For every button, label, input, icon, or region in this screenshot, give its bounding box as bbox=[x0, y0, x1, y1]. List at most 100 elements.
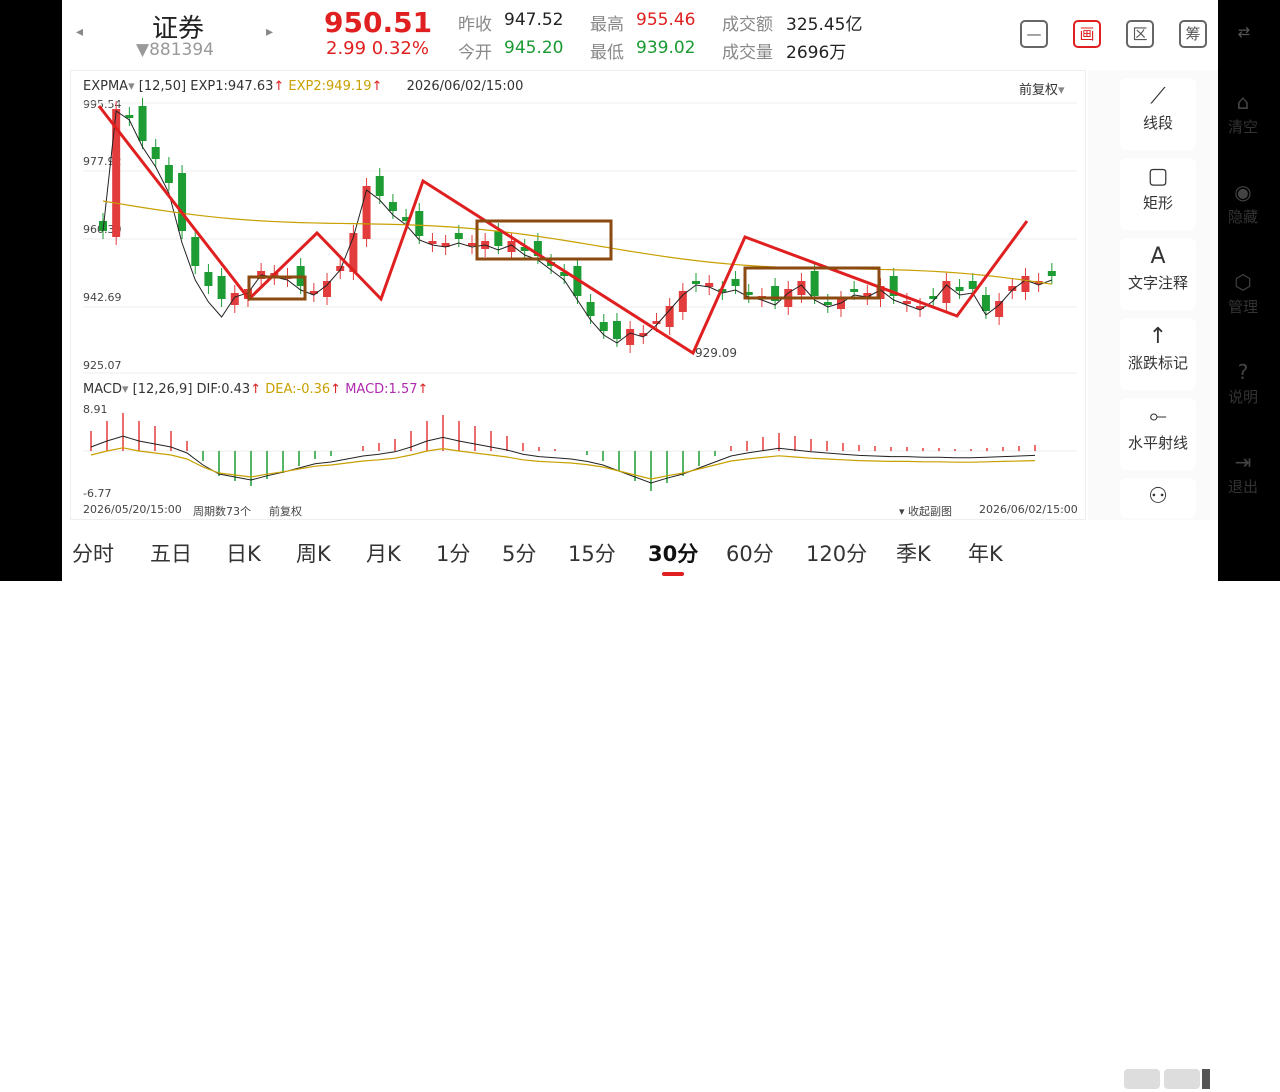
open-value: 945.20 bbox=[504, 38, 564, 58]
macd-dropdown-icon[interactable]: ▾ bbox=[122, 382, 129, 397]
side-help[interactable]: ? 说明 bbox=[1218, 360, 1268, 407]
text-note-icon: A bbox=[1150, 244, 1166, 269]
tab-intraday[interactable]: 分时 bbox=[72, 538, 114, 568]
tab-30min[interactable]: 30分 bbox=[648, 538, 698, 568]
rectangle-icon: ▢ bbox=[1147, 164, 1169, 189]
left-black-border bbox=[0, 0, 62, 581]
candle-body bbox=[955, 287, 964, 291]
candle-body bbox=[388, 202, 397, 211]
phone-rotate-icon[interactable]: ⇄ bbox=[1230, 20, 1258, 48]
next-stock-icon[interactable]: ▸ bbox=[266, 24, 273, 40]
tool-rise-fall[interactable]: ↑ 涨跌标记 bbox=[1120, 318, 1196, 390]
candle-body bbox=[151, 147, 160, 159]
amount-label: 成交额 bbox=[722, 15, 773, 35]
tool-segment[interactable]: ⟋ 线段 bbox=[1120, 78, 1196, 150]
tool-text-note[interactable]: A 文字注释 bbox=[1120, 238, 1196, 310]
price-change: 2.99 0.32% bbox=[326, 38, 429, 59]
tool-more[interactable]: ⚇ bbox=[1120, 478, 1196, 518]
tab-120min[interactable]: 120分 bbox=[806, 538, 867, 568]
macd-end-time: 2026/06/02/15:00 bbox=[979, 503, 1078, 516]
period-count: 周期数73个 bbox=[193, 505, 251, 518]
tab-quarterly[interactable]: 季K bbox=[896, 538, 931, 568]
candle-body bbox=[415, 211, 424, 236]
tool-rectangle[interactable]: ▢ 矩形 bbox=[1120, 158, 1196, 230]
dea-value: DEA:-0.36 bbox=[265, 382, 331, 397]
period-tabs: 分时 五日 日K 周K 月K 1分 5分 15分 30分 60分 120分 季K… bbox=[62, 530, 1218, 1089]
candlestick-canvas[interactable] bbox=[71, 71, 1087, 376]
side-manage-label: 管理 bbox=[1227, 298, 1258, 316]
tab-15min[interactable]: 15分 bbox=[568, 538, 616, 568]
horizontal-ray-icon: ⟜ bbox=[1149, 404, 1167, 429]
tab-weekly[interactable]: 周K bbox=[296, 538, 331, 568]
candle-body bbox=[810, 271, 819, 296]
tool-rectangle-label: 矩形 bbox=[1142, 194, 1173, 212]
tab-yearly[interactable]: 年K bbox=[968, 538, 1003, 568]
tab-60min[interactable]: 60分 bbox=[726, 538, 774, 568]
candle-body bbox=[850, 289, 859, 292]
quote-header: ◂ 证券 ▸ ▼881394 950.51 2.99 0.32% 昨收 947.… bbox=[62, 0, 1250, 66]
candle-body bbox=[217, 276, 226, 299]
candle-body bbox=[164, 165, 173, 183]
amount-value: 325.45亿 bbox=[786, 15, 863, 35]
candle-body bbox=[692, 281, 701, 284]
candle-body bbox=[1047, 271, 1056, 276]
tab-monthly[interactable]: 月K bbox=[366, 538, 401, 568]
low-label: 最低 bbox=[590, 43, 624, 63]
tool-text-note-label: 文字注释 bbox=[1127, 274, 1188, 292]
rise-fall-icon: ↑ bbox=[1148, 324, 1168, 349]
tab-settings-icon[interactable] bbox=[1122, 1066, 1212, 1092]
region-icon[interactable]: 区 bbox=[1126, 20, 1154, 48]
trend-line bbox=[97, 105, 1029, 356]
candle-body bbox=[191, 237, 200, 266]
tool-rise-fall-label: 涨跌标记 bbox=[1127, 354, 1188, 372]
side-hide[interactable]: ◉ 隐藏 bbox=[1218, 180, 1268, 227]
minus-icon[interactable]: — bbox=[1020, 20, 1048, 48]
tab-1min[interactable]: 1分 bbox=[436, 538, 470, 568]
hide-icon: ◉ bbox=[1234, 180, 1252, 204]
prev-close-label: 昨收 bbox=[458, 15, 492, 35]
chip-icon[interactable]: 筹 bbox=[1179, 20, 1207, 48]
macd-canvas[interactable] bbox=[71, 401, 1087, 501]
macd-indicator-name[interactable]: MACD bbox=[83, 382, 122, 397]
candle-body bbox=[1021, 276, 1030, 292]
app-stage: ◂ 证券 ▸ ▼881394 950.51 2.99 0.32% 昨收 947.… bbox=[62, 0, 1258, 1089]
candle-body bbox=[467, 243, 476, 246]
macd-value: MACD:1.57 bbox=[345, 382, 418, 397]
macd-start-time: 2026/05/20/15:00 bbox=[83, 503, 182, 516]
candle-body bbox=[586, 302, 595, 316]
macd-params: [12,26,9] bbox=[132, 382, 193, 397]
tool-horizontal-ray[interactable]: ⟜ 水平射线 bbox=[1120, 398, 1196, 470]
candle-body bbox=[375, 176, 384, 196]
side-hide-label: 隐藏 bbox=[1227, 208, 1258, 226]
stock-code: ▼881394 bbox=[136, 40, 214, 60]
kline-chart[interactable]: EXPMA▾ [12,50] EXP1:947.63↑ EXP2:949.19↑… bbox=[70, 70, 1086, 520]
chart-draw-icon[interactable]: 画 bbox=[1073, 20, 1101, 48]
tool-horizontal-ray-label: 水平射线 bbox=[1127, 434, 1188, 452]
prev-stock-icon[interactable]: ◂ bbox=[76, 24, 83, 40]
low-marker-label: 929.09 bbox=[695, 346, 737, 360]
candle-body bbox=[823, 302, 832, 305]
tool-segment-label: 线段 bbox=[1142, 114, 1173, 132]
side-help-label: 说明 bbox=[1227, 388, 1258, 406]
candle-body bbox=[599, 322, 608, 331]
tab-five-day[interactable]: 五日 bbox=[150, 538, 192, 568]
candle-body bbox=[362, 186, 371, 239]
macd-adjust: 前复权 bbox=[269, 505, 302, 518]
candle-body bbox=[612, 321, 621, 339]
exp1-line bbox=[102, 110, 1052, 344]
dif-value: DIF:0.43 bbox=[196, 382, 251, 397]
candle-body bbox=[942, 281, 951, 303]
exit-icon: ⇥ bbox=[1234, 450, 1252, 474]
candle-body bbox=[454, 233, 463, 239]
candle-body bbox=[981, 295, 990, 311]
collapse-subchart-button[interactable]: ▾ 收起副图 bbox=[899, 503, 952, 519]
prev-close-value: 947.52 bbox=[504, 10, 564, 30]
low-value: 939.02 bbox=[636, 38, 696, 58]
tab-5min[interactable]: 5分 bbox=[502, 538, 536, 568]
tab-daily[interactable]: 日K bbox=[226, 538, 261, 568]
side-exit[interactable]: ⇥ 退出 bbox=[1218, 450, 1268, 497]
side-clear[interactable]: ⌂ 清空 bbox=[1218, 90, 1268, 137]
side-manage[interactable]: ⬡ 管理 bbox=[1218, 270, 1268, 317]
candle-body bbox=[178, 173, 187, 231]
candle-body bbox=[204, 272, 213, 286]
